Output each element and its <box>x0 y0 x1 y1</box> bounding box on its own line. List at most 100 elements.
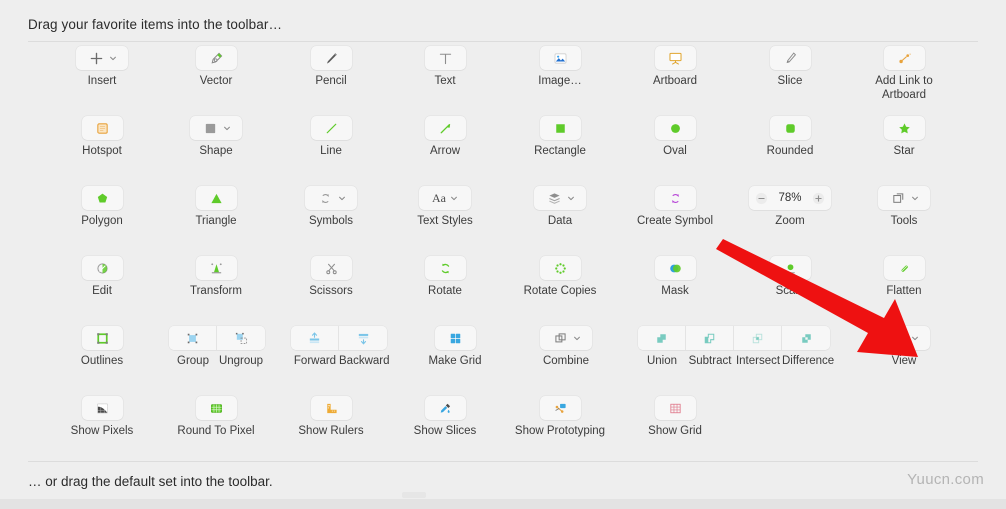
palette-item-label: Triangle <box>195 215 237 227</box>
line-button[interactable] <box>310 116 352 140</box>
palette-item-outlines: Outlines <box>37 326 167 369</box>
chevron-down-icon <box>911 194 919 202</box>
segment-label: Subtract <box>688 355 732 367</box>
intersect-icon <box>749 330 766 347</box>
palette-item-label: Mask <box>661 285 689 297</box>
palette-row: Outlines Group Ungroup Forward Backward Make … <box>0 326 1006 396</box>
hotspot-button[interactable] <box>81 116 123 140</box>
segment-difference[interactable] <box>782 326 830 350</box>
segment-subtract[interactable] <box>686 326 734 350</box>
view-button[interactable] <box>878 326 930 350</box>
palette-item-label: Round To Pixel <box>177 425 255 437</box>
palette-item-label: Pencil <box>315 75 347 87</box>
segment-ungroup[interactable] <box>217 326 265 350</box>
default-set-placeholder <box>402 492 426 498</box>
chevron-down-icon <box>567 194 575 202</box>
vector-button[interactable] <box>195 46 237 70</box>
palette-item-label: Rotate Copies <box>523 285 597 297</box>
flatten-icon <box>896 260 913 277</box>
palette-item-label: Show Slices <box>413 425 477 437</box>
show-prototyping-button[interactable] <box>539 396 581 420</box>
segmented-control[interactable] <box>291 326 387 350</box>
make-grid-button[interactable] <box>434 326 476 350</box>
palette-item-label: Rectangle <box>534 145 586 157</box>
palette-item-edit: Edit <box>37 256 167 299</box>
show-grid-button[interactable] <box>654 396 696 420</box>
text-t-icon <box>437 50 454 67</box>
text-styles-button[interactable]: Aa <box>419 186 471 210</box>
palette-item-hotspot: Hotspot <box>37 116 167 159</box>
symbols-button[interactable] <box>305 186 357 210</box>
round-to-pixel-button[interactable] <box>195 396 237 420</box>
mask-button[interactable] <box>654 256 696 280</box>
create-symbol-button[interactable] <box>654 186 696 210</box>
combine-button[interactable] <box>540 326 592 350</box>
rotate-copies-button[interactable] <box>539 256 581 280</box>
palette-item-label: Transform <box>190 285 242 297</box>
palette-item-label: View <box>891 355 917 367</box>
chevron-down-icon <box>573 334 581 342</box>
show-slices-button[interactable] <box>424 396 466 420</box>
image-button[interactable] <box>539 46 581 70</box>
outlines-button[interactable] <box>81 326 123 350</box>
arrow-button[interactable] <box>424 116 466 140</box>
zoom-out-button[interactable] <box>755 192 768 205</box>
text-button[interactable] <box>424 46 466 70</box>
transform-button[interactable] <box>195 256 237 280</box>
palette-item-show-prototyping: Show Prototyping <box>495 396 625 439</box>
flatten-button[interactable] <box>883 256 925 280</box>
pencil-button[interactable] <box>310 46 352 70</box>
palette-item-symbols: Symbols <box>266 186 396 229</box>
rounded-button[interactable] <box>769 116 811 140</box>
palette-item-label: Line <box>320 145 342 157</box>
combine-icon <box>552 330 569 347</box>
rotate-icon <box>437 260 454 277</box>
show-pixels-button[interactable] <box>81 396 123 420</box>
triangle-button[interactable] <box>195 186 237 210</box>
palette-item-flatten: Flatten <box>839 256 969 299</box>
segmented-control[interactable] <box>169 326 265 350</box>
slice-button[interactable] <box>769 46 811 70</box>
scissors-button[interactable] <box>310 256 352 280</box>
data-button[interactable] <box>534 186 586 210</box>
chevron-down-icon <box>911 334 919 342</box>
star-button[interactable] <box>883 116 925 140</box>
palette-item-label: Scissors <box>309 285 353 297</box>
palette-item-triangle: Triangle <box>151 186 281 229</box>
backward-icon <box>355 330 372 347</box>
tools-button[interactable] <box>878 186 930 210</box>
transform-icon <box>208 260 225 277</box>
show-rulers-button[interactable] <box>310 396 352 420</box>
rectangle-button[interactable] <box>539 116 581 140</box>
create-symbol-icon <box>667 190 684 207</box>
add-link-to-artboard-button[interactable] <box>883 46 925 70</box>
palette-item-label: Star <box>893 145 915 157</box>
rotate-button[interactable] <box>424 256 466 280</box>
outlines-icon <box>94 330 111 347</box>
segment-intersect[interactable] <box>734 326 782 350</box>
segment-group[interactable] <box>169 326 217 350</box>
show-rulers-icon <box>323 400 340 417</box>
polygon-button[interactable] <box>81 186 123 210</box>
zoom-in-button[interactable] <box>812 192 825 205</box>
difference-icon <box>798 330 815 347</box>
oval-button[interactable] <box>654 116 696 140</box>
edit-button[interactable] <box>81 256 123 280</box>
insert-button[interactable] <box>76 46 128 70</box>
zoom-stepper[interactable]: 78% <box>749 186 831 210</box>
triangle-icon <box>208 190 225 207</box>
shape-button[interactable] <box>190 116 242 140</box>
segment-backward[interactable] <box>339 326 387 350</box>
make-grid-icon <box>447 330 464 347</box>
artboard-button[interactable] <box>654 46 696 70</box>
plus-icon <box>88 50 105 67</box>
scale-button[interactable] <box>769 256 811 280</box>
palette-item-label: Rounded <box>766 145 814 157</box>
segment-union[interactable] <box>638 326 686 350</box>
text-styles-icon: Aa <box>432 191 446 205</box>
palette-item-add-link-to-artboard: Add Link to Artboard <box>839 46 969 102</box>
segment-forward[interactable] <box>291 326 339 350</box>
palette-item-label: Show Prototyping <box>514 425 606 437</box>
segmented-control[interactable] <box>638 326 830 350</box>
palette-item-combine: Combine <box>501 326 631 369</box>
